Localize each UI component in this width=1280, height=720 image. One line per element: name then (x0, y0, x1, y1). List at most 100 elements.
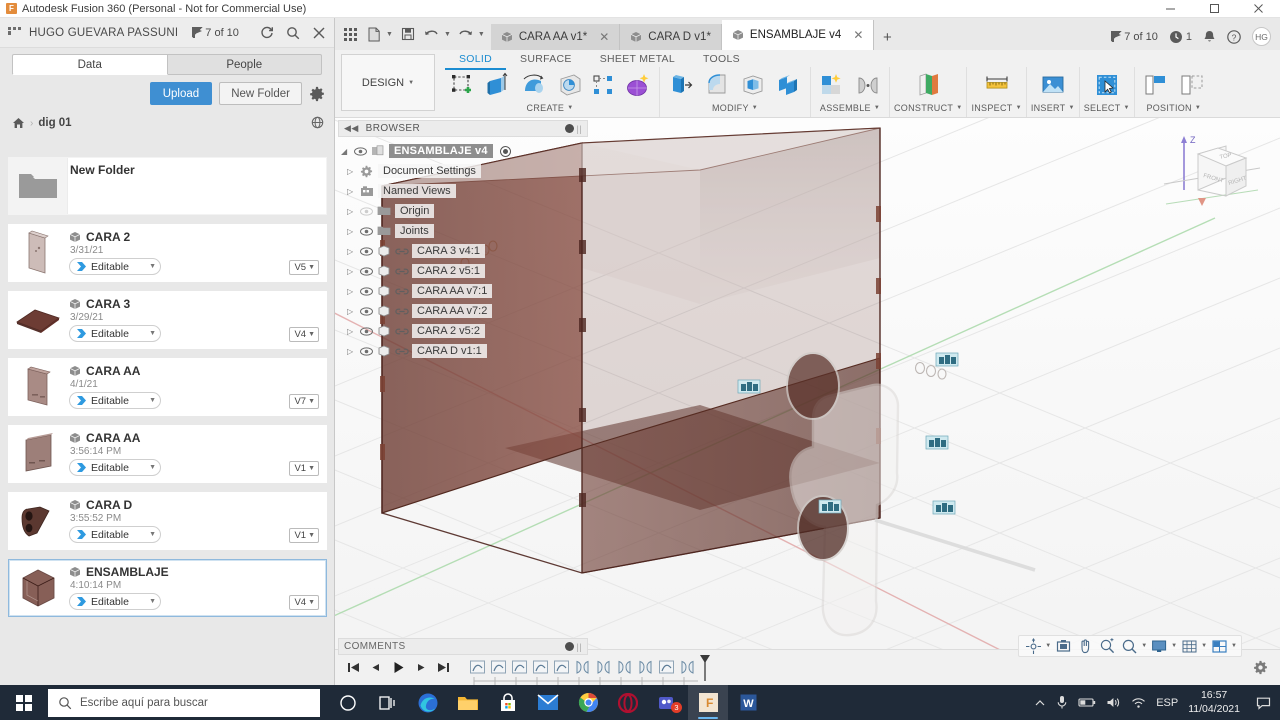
chevron-down-icon[interactable]: ▼ (874, 105, 880, 111)
visibility-eye-icon[interactable] (360, 306, 373, 316)
zoom-icon[interactable] (1097, 636, 1117, 656)
expand-triangle-icon[interactable]: ▷ (347, 187, 356, 196)
gear-icon[interactable] (309, 86, 325, 102)
save-icon[interactable] (397, 23, 419, 45)
document-tab-cara-aa[interactable]: CARA AA v1* ✕ (490, 24, 621, 50)
offset-plane-icon[interactable] (911, 69, 945, 101)
job-status[interactable]: 1 (1169, 30, 1192, 44)
tab-people[interactable]: People (167, 54, 322, 75)
undo-dropdown-icon[interactable]: ▼ (442, 31, 453, 38)
language-indicator[interactable]: ESP (1156, 697, 1178, 709)
tree-node-origin[interactable]: ▷ Origin (341, 201, 588, 221)
zoom-dropdown-icon[interactable]: ▼ (1141, 643, 1147, 649)
tree-node-ensamblaje[interactable]: ◢ ENSAMBLAJE v4 (341, 141, 588, 161)
tree-node-named-views[interactable]: ▷ Named Views (341, 181, 588, 201)
visibility-eye-icon[interactable] (354, 146, 367, 156)
list-item-cara-3[interactable]: CARA 3 3/29/21 Editable ▼ V4 ▼ (8, 291, 327, 349)
expand-triangle-icon[interactable]: ▷ (347, 307, 356, 316)
expand-triangle-icon[interactable]: ▷ (347, 167, 356, 176)
form-icon[interactable] (621, 69, 655, 101)
document-tab-cara-d[interactable]: CARA D v1* (620, 24, 722, 50)
version-badge[interactable]: V7 ▼ (289, 394, 319, 409)
ribbon-tab-surface[interactable]: SURFACE (506, 50, 586, 70)
word-icon[interactable]: W (728, 685, 768, 720)
maximize-button[interactable] (1192, 0, 1236, 18)
visibility-eye-icon[interactable] (360, 266, 373, 276)
workspace-selector[interactable]: DESIGN ▼ (341, 54, 435, 111)
new-file-icon[interactable] (363, 23, 385, 45)
timeline-feature-sketch-1[interactable] (468, 658, 487, 677)
permission-dropdown[interactable]: Editable ▼ (69, 526, 161, 543)
zoom-window-icon[interactable] (1119, 636, 1139, 656)
breadcrumb-current-folder[interactable]: dig 01 (38, 117, 71, 129)
permission-dropdown[interactable]: Editable ▼ (69, 325, 161, 342)
new-tab-button[interactable]: + (874, 24, 900, 50)
browser-tree[interactable]: ◢ ENSAMBLAJE v4 ▷ Document Settings ▷ Na… (338, 137, 588, 361)
minimize-button[interactable] (1148, 0, 1192, 18)
chevron-down-icon[interactable]: ▼ (956, 105, 962, 111)
orbit-dropdown-icon[interactable]: ▼ (1045, 643, 1051, 649)
chevron-down-icon[interactable]: ▼ (1016, 105, 1022, 111)
tree-node-cara-3-v4[interactable]: ▷ CARA 3 v4:1 (341, 241, 588, 261)
3d-viewport[interactable]: ◀◀ BROWSER || ◢ ENSAMBLAJE v4 ▷ Document… (335, 118, 1280, 685)
align-icon[interactable] (1139, 69, 1173, 101)
cortana-icon[interactable] (328, 685, 368, 720)
sweep-icon[interactable] (553, 69, 587, 101)
close-panel-icon[interactable] (312, 26, 326, 40)
search-icon[interactable] (286, 26, 300, 40)
viewports-icon[interactable] (1209, 636, 1229, 656)
search-input[interactable]: Escribe aquí para buscar (48, 688, 320, 717)
new-file-dropdown-icon[interactable]: ▼ (384, 31, 395, 38)
browser-resize-handle[interactable]: || (577, 124, 582, 134)
timeline-settings-gear-icon[interactable] (1253, 660, 1268, 675)
file-explorer-icon[interactable] (448, 685, 488, 720)
comments-resize-handle[interactable]: || (577, 642, 582, 652)
clock[interactable]: 16:57 11/04/2021 (1188, 689, 1240, 715)
viewports-dropdown-icon[interactable]: ▼ (1231, 643, 1237, 649)
timeline-feature-joint-4[interactable] (636, 658, 655, 677)
look-at-icon[interactable] (1053, 636, 1073, 656)
visibility-eye-icon[interactable] (360, 286, 373, 296)
visibility-eye-icon[interactable] (360, 326, 373, 336)
timeline-feature-joint-2[interactable] (594, 658, 613, 677)
visibility-eye-icon[interactable] (360, 206, 373, 216)
comments-panel[interactable]: COMMENTS || (338, 638, 588, 655)
list-item-cara-d[interactable]: CARA D 3:55:52 PM Editable ▼ V1 ▼ (8, 492, 327, 550)
chevron-down-icon[interactable]: ▼ (1068, 105, 1074, 111)
orbit-icon[interactable] (1023, 636, 1043, 656)
app-grid-icon[interactable] (339, 23, 361, 45)
permission-dropdown[interactable]: Editable ▼ (69, 258, 161, 275)
ribbon-tab-tools[interactable]: TOOLS (689, 50, 754, 70)
combine-icon[interactable] (772, 69, 806, 101)
tree-node-cara-2-v5-2[interactable]: ▷ CARA 2 v5:2 (341, 321, 588, 341)
refresh-icon[interactable] (260, 26, 274, 40)
edge-icon[interactable] (408, 685, 448, 720)
microphone-icon[interactable] (1056, 695, 1068, 710)
timeline-feature-sketch-2[interactable] (489, 658, 508, 677)
browser-options-icon[interactable] (564, 124, 574, 133)
measure-icon[interactable] (980, 69, 1014, 101)
notification-bell-icon[interactable] (1203, 30, 1216, 44)
comments-options-icon[interactable] (564, 642, 574, 651)
timeline-feature-joint-5[interactable] (678, 658, 697, 677)
redo-icon[interactable] (455, 23, 477, 45)
expand-triangle-icon[interactable]: ▷ (347, 267, 356, 276)
upload-button[interactable]: Upload (149, 82, 213, 105)
version-badge[interactable]: V5 ▼ (289, 260, 319, 275)
joint-icon[interactable] (851, 69, 885, 101)
step-forward-icon[interactable] (415, 661, 428, 674)
tree-node-document-settings[interactable]: ▷ Document Settings (341, 161, 588, 181)
move-icon[interactable] (1175, 69, 1209, 101)
create-sketch-icon[interactable] (445, 69, 479, 101)
list-item-cara-2[interactable]: CARA 2 3/31/21 Editable ▼ V5 ▼ (8, 224, 327, 282)
avatar[interactable]: HG (1252, 27, 1271, 46)
microsoft-store-icon[interactable] (488, 685, 528, 720)
timeline-feature-sketch-4[interactable] (531, 658, 550, 677)
version-badge[interactable]: V4 ▼ (289, 595, 319, 610)
help-icon[interactable]: ? (1227, 29, 1241, 44)
insert-image-icon[interactable] (1036, 69, 1070, 101)
list-item-folder[interactable]: New Folder (8, 157, 327, 215)
tree-node-cara-d-v1[interactable]: ▷ CARA D v1:1 (341, 341, 588, 361)
activate-component-radio[interactable] (499, 145, 511, 157)
new-component-icon[interactable] (815, 69, 849, 101)
